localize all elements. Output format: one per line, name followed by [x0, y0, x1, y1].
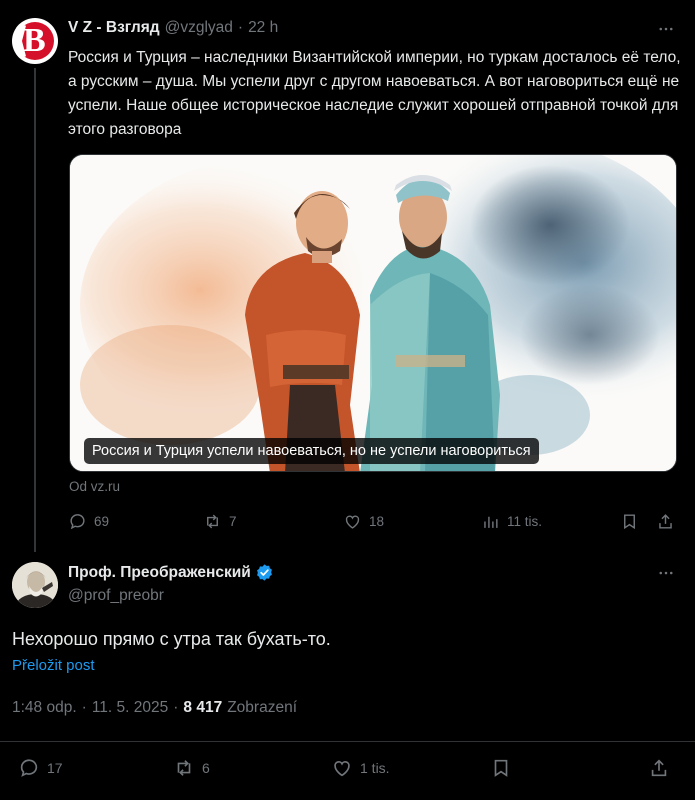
separator: · [237, 19, 244, 36]
views-button[interactable]: 11 tis. [481, 512, 542, 531]
like-button[interactable]: 18 [343, 512, 384, 531]
thread-connector-line [34, 68, 36, 552]
reply-count: 17 [47, 760, 63, 776]
more-icon[interactable] [656, 19, 676, 39]
parent-tweet-header: V Z - Взгляд @vzglyad · 22 h [68, 19, 278, 37]
like-button[interactable]: 1 tis. [331, 757, 390, 779]
reply-icon [70, 514, 85, 530]
author-handle[interactable]: @prof_preobr [68, 587, 274, 605]
bookmark-button[interactable] [490, 757, 512, 779]
media-caption: Россия и Турция успели навоеваться, но н… [84, 438, 539, 464]
views-label: Zobrazení [227, 699, 298, 716]
share-button[interactable] [648, 757, 670, 779]
tweet-time[interactable]: 22 h [248, 19, 278, 37]
repost-count: 7 [229, 514, 237, 529]
views-count: 11 tis. [507, 514, 543, 529]
repost-button[interactable]: 7 [203, 512, 237, 531]
divider [0, 741, 695, 742]
repost-count: 6 [202, 760, 210, 776]
main-tweet-text: Нехорошо прямо с утра так бухать-то. [12, 629, 331, 649]
translate-post-link[interactable]: Přeložit post [12, 657, 95, 674]
author-name[interactable]: V Z - Взгляд [68, 19, 160, 37]
bookmark-icon [624, 514, 635, 530]
avatar-vzglyad[interactable]: B [12, 18, 58, 64]
separator: · [81, 699, 87, 716]
share-button[interactable] [656, 512, 675, 531]
tweet-metadata: 1:48 odp. · 11. 5. 2025 · 8 417 Zobrazen… [12, 699, 297, 717]
like-count: 18 [369, 514, 385, 529]
reply-button[interactable]: 69 [68, 512, 109, 531]
reply-icon [20, 759, 38, 777]
main-tweet-actions: 17 6 1 tis. [12, 757, 684, 781]
tweet-time[interactable]: 1:48 odp. [12, 699, 77, 717]
views-icon [484, 516, 498, 528]
repost-icon [207, 514, 218, 529]
bookmark-button[interactable] [620, 512, 639, 531]
avatar-portrait-image [12, 562, 58, 608]
avatar-prof-preobr[interactable] [12, 562, 58, 608]
like-icon [345, 515, 360, 529]
illustration-image [70, 155, 676, 471]
reply-count: 69 [94, 514, 110, 529]
share-icon [651, 759, 667, 777]
bookmark-icon [494, 759, 508, 777]
tweet-media-card[interactable]: Россия и Турция успели навоеваться, но н… [69, 154, 677, 472]
verified-badge-icon[interactable] [255, 563, 274, 582]
repost-button[interactable]: 6 [173, 757, 210, 779]
author-name[interactable]: Проф. Преображенский [68, 564, 251, 582]
repost-icon [177, 760, 191, 776]
like-count: 1 tis. [360, 760, 390, 776]
parent-tweet-text: Россия и Турция – наследники Византийско… [68, 49, 681, 138]
tweet-date[interactable]: 11. 5. 2025 [92, 699, 168, 717]
views-count: 8 417 [183, 699, 223, 716]
parent-tweet-actions: 69 7 18 11 tis. [68, 512, 680, 534]
separator: · [173, 699, 179, 716]
reply-button[interactable]: 17 [18, 757, 63, 779]
share-icon [659, 514, 672, 529]
link-source[interactable]: Od vz.ru [69, 479, 120, 494]
vzglyad-logo: B [16, 22, 54, 60]
author-handle[interactable]: @vzglyad [165, 19, 233, 37]
like-icon [334, 761, 350, 777]
main-tweet-header: Проф. Преображенский @prof_preobr [68, 563, 274, 605]
more-icon[interactable] [656, 563, 676, 583]
